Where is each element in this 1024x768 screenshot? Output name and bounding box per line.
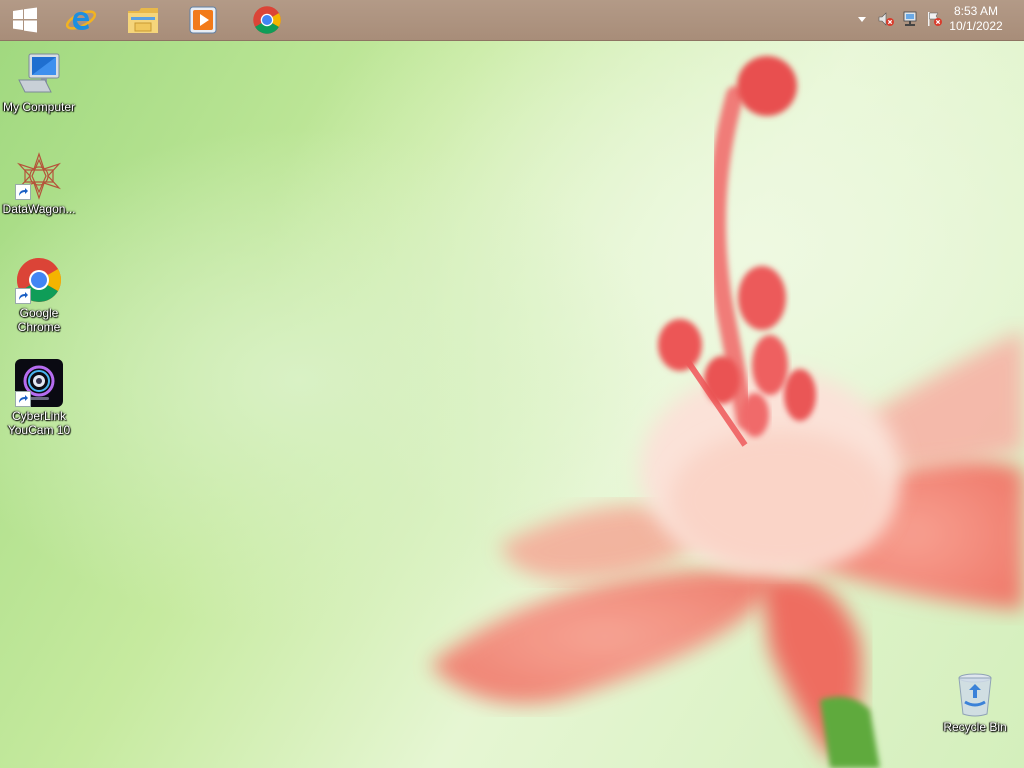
taskbar-clock[interactable]: 8:53 AM 10/1/2022 [944, 4, 1008, 34]
windows-logo-icon [13, 7, 37, 33]
desktop-icon-google-chrome[interactable]: Google Chrome [1, 256, 77, 334]
desktop-icon-my-computer[interactable]: My Computer [1, 50, 77, 114]
desktop-icon-label: DataWagon... [2, 202, 76, 216]
start-button[interactable] [0, 0, 50, 40]
desktop-icon-label: CyberLink YouCam 10 [7, 409, 71, 437]
show-hidden-icons-chevron-icon[interactable] [854, 11, 870, 27]
taskbar-internet-explorer-button[interactable] [58, 0, 104, 40]
wallpaper-flower [430, 56, 1024, 768]
chrome-icon [253, 6, 281, 34]
taskbar-file-explorer-button[interactable] [120, 0, 166, 40]
recycle-bin-icon [951, 670, 999, 718]
action-center-flag-icon[interactable] [926, 11, 942, 27]
desktop-icon-label: Google Chrome [17, 306, 61, 334]
system-tray: 8:53 AM 10/1/2022 [844, 0, 1024, 40]
shortcut-arrow-icon [15, 391, 31, 407]
network-icon[interactable] [902, 11, 918, 27]
desktop-icon-label: Recycle Bin [943, 720, 1007, 734]
internet-explorer-icon [65, 10, 97, 30]
clock-date: 10/1/2022 [949, 19, 1003, 33]
desktop[interactable]: My Computer DataWagon... Google Chrome C… [0, 0, 1024, 768]
desktop-icon-cyberlink-youcam[interactable]: CyberLink YouCam 10 [1, 359, 77, 437]
chrome-icon [15, 256, 63, 304]
taskbar-media-player-button[interactable] [180, 0, 226, 40]
taskbar-chrome-button[interactable] [244, 0, 290, 40]
shortcut-arrow-icon [15, 184, 31, 200]
desktop-icon-label: My Computer [2, 100, 76, 114]
datawagon-icon [15, 152, 63, 200]
file-explorer-icon [128, 8, 158, 33]
clock-time: 8:53 AM [953, 4, 999, 18]
computer-icon [15, 50, 63, 98]
volume-muted-icon[interactable] [878, 11, 894, 27]
desktop-icon-datawagon[interactable]: DataWagon... [1, 152, 77, 216]
media-player-icon [189, 6, 217, 34]
shortcut-arrow-icon [15, 288, 31, 304]
youcam-icon [15, 359, 63, 407]
taskbar: 8:53 AM 10/1/2022 [0, 0, 1024, 41]
desktop-icon-recycle-bin[interactable]: Recycle Bin [937, 670, 1013, 734]
